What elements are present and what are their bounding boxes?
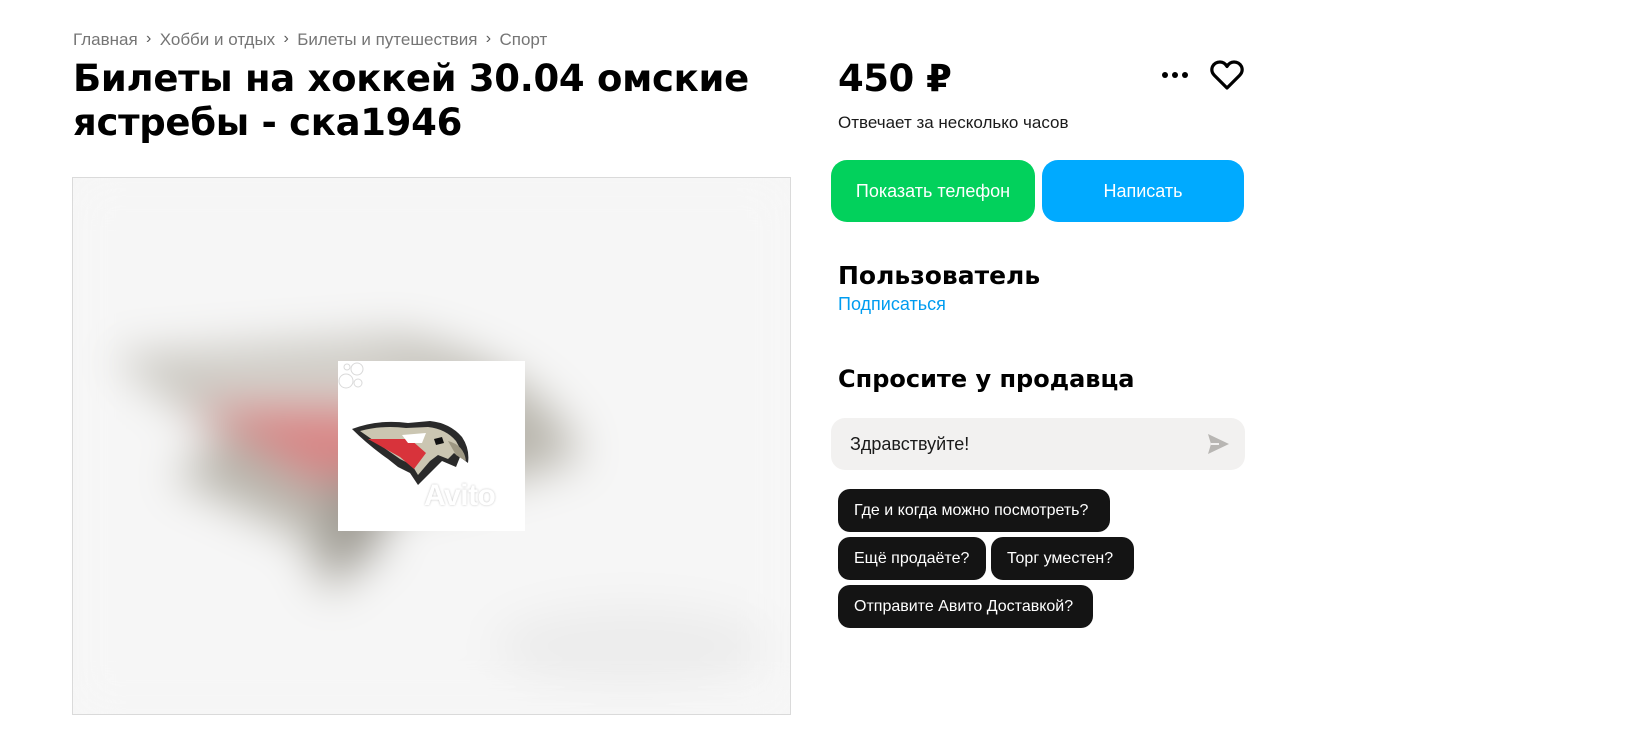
send-icon — [1208, 434, 1229, 454]
more-button[interactable] — [1158, 60, 1192, 90]
avito-watermark: Avito — [424, 479, 496, 512]
write-message-button[interactable]: Написать — [1042, 160, 1244, 222]
breadcrumb-item-home[interactable]: Главная — [73, 30, 138, 50]
quick-question-chip[interactable]: Ещё продаёте? — [838, 537, 986, 580]
breadcrumb-item-tickets[interactable]: Билеты и путешествия — [297, 30, 477, 50]
quick-question-chip[interactable]: Отправите Авито Доставкой? — [838, 585, 1093, 628]
seller-name[interactable]: Пользователь — [838, 261, 1040, 291]
breadcrumb: Главная › Хобби и отдых › Билеты и путеш… — [73, 30, 547, 50]
ellipsis-icon — [1162, 72, 1188, 78]
favorite-button[interactable] — [1209, 57, 1245, 93]
listing-title: Билеты на хоккей 30.04 омские ястребы - … — [73, 57, 749, 144]
subscribe-link[interactable]: Подписаться — [838, 294, 946, 315]
heart-icon — [1210, 60, 1244, 90]
show-phone-button[interactable]: Показать телефон — [831, 160, 1035, 222]
ask-seller-title: Спросите у продавца — [838, 365, 1135, 393]
listing-page: Главная › Хобби и отдых › Билеты и путеш… — [0, 0, 1643, 753]
avito-logo-icon — [338, 362, 364, 389]
listing-photo[interactable]: Avito — [338, 361, 525, 531]
listing-price: 450 ₽ — [838, 57, 952, 100]
message-box — [831, 418, 1245, 470]
chevron-right-icon: › — [485, 30, 492, 47]
chevron-right-icon: › — [146, 30, 152, 47]
send-button[interactable] — [1205, 431, 1231, 457]
chevron-right-icon: › — [283, 30, 289, 47]
quick-question-chip[interactable]: Где и когда можно посмотреть? — [838, 489, 1110, 532]
quick-question-chip[interactable]: Торг уместен? — [991, 537, 1134, 580]
photo-gallery[interactable]: Avito — [72, 177, 791, 715]
message-input[interactable] — [850, 418, 1190, 470]
breadcrumb-item-hobby[interactable]: Хобби и отдых — [160, 30, 275, 50]
breadcrumb-item-sport[interactable]: Спорт — [499, 30, 547, 50]
seller-reply-time: Отвечает за несколько часов — [838, 113, 1069, 132]
